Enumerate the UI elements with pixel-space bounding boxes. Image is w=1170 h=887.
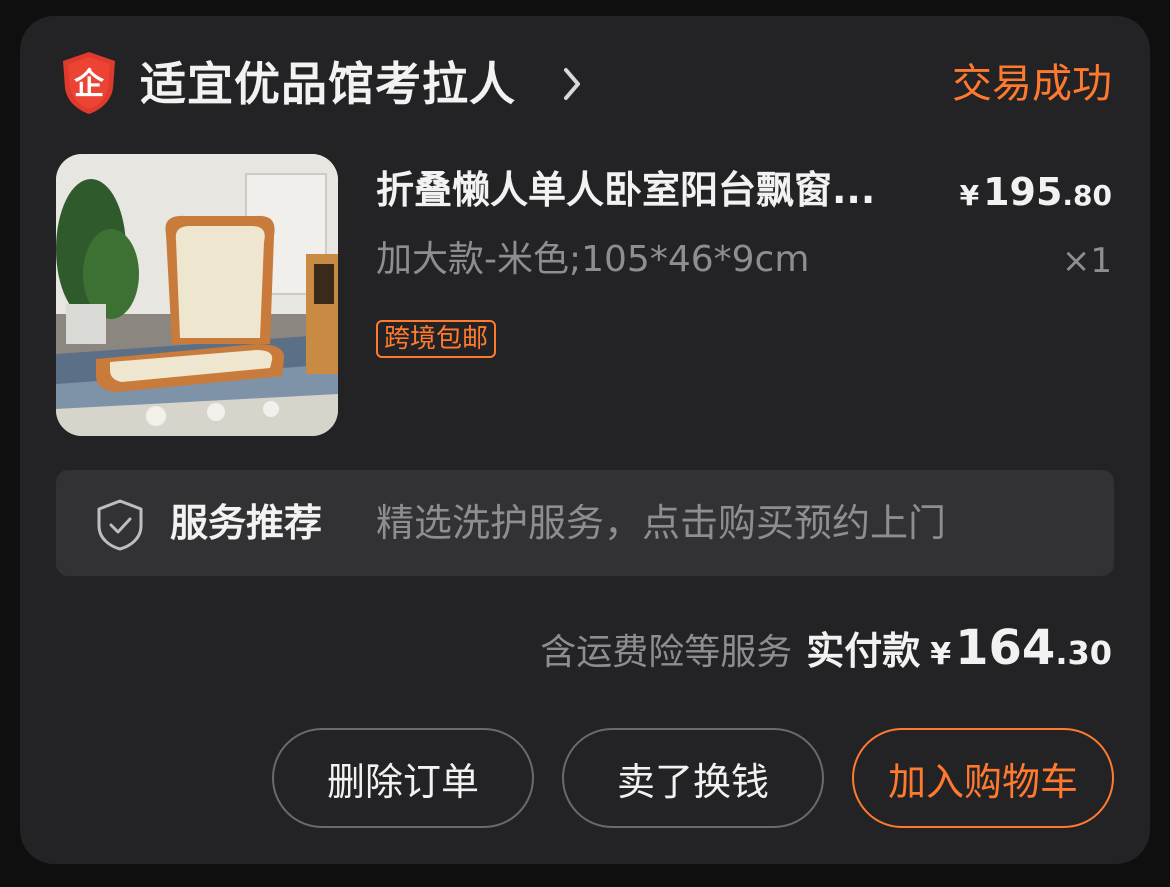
total-note: 含运费险等服务	[540, 632, 793, 673]
shipping-tag: 跨境包邮	[376, 320, 497, 358]
product-photo	[56, 154, 338, 436]
product-title[interactable]: 折叠懒人单人卧室阳台飘窗...	[376, 166, 956, 214]
add-to-cart-button[interactable]: 加入购物车	[852, 728, 1114, 828]
sell-item-button[interactable]: 卖了换钱	[562, 728, 824, 828]
product-image[interactable]	[56, 154, 338, 436]
order-card[interactable]: 企 适宜优品馆考拉人 交易成功 折叠懒人单人卧室阳台飘窗... ¥ 195.80…	[20, 16, 1150, 864]
product-spec: 加大款-米色;105*46*9cm	[376, 239, 810, 280]
enterprise-shield-icon: 企	[63, 52, 115, 114]
service-label: 服务推荐	[170, 501, 323, 545]
product-price: ¥195.80	[960, 168, 1112, 224]
total-currency: ¥	[930, 637, 952, 672]
payment-total: 含运费险等服务 实付款 ¥164.30	[540, 618, 1112, 689]
chevron-right-icon[interactable]	[560, 64, 586, 104]
shop-icon-glyph: 企	[74, 67, 105, 102]
shield-check-icon	[97, 499, 143, 551]
total-integer: 164	[955, 620, 1056, 676]
price-currency: ¥	[959, 179, 980, 212]
total-label: 实付款	[806, 629, 921, 673]
product-quantity: ×1	[1061, 241, 1112, 281]
order-status: 交易成功	[952, 61, 1112, 107]
total-decimal: .30	[1055, 634, 1112, 672]
price-decimal: .80	[1062, 179, 1112, 212]
service-description: 精选洗护服务，点击购买预约上门	[376, 501, 947, 545]
price-integer: 195	[983, 170, 1063, 214]
delete-order-button[interactable]: 删除订单	[272, 728, 534, 828]
service-recommendation[interactable]: 服务推荐 精选洗护服务，点击购买预约上门	[56, 470, 1114, 576]
shop-name[interactable]: 适宜优品馆考拉人	[140, 54, 516, 114]
